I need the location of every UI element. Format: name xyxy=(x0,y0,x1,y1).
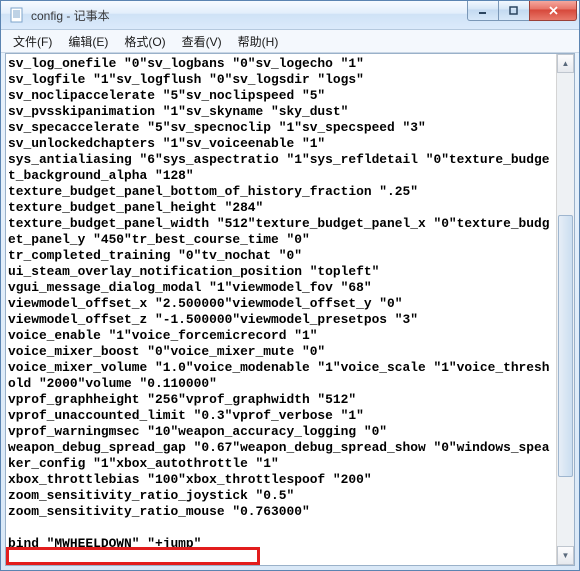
scroll-track[interactable] xyxy=(557,73,574,546)
scroll-down-arrow-icon[interactable]: ▼ xyxy=(557,546,574,565)
editor-text[interactable]: sv_log_onefile "0"sv_logbans "0"sv_logec… xyxy=(6,54,574,565)
titlebar[interactable]: config - 记事本 xyxy=(1,1,579,30)
scroll-thumb[interactable] xyxy=(558,215,573,477)
vertical-scrollbar[interactable]: ▲ ▼ xyxy=(556,54,574,565)
minimize-button[interactable] xyxy=(467,1,499,21)
notepad-icon xyxy=(9,7,25,23)
notepad-window: config - 记事本 文件(F) 编辑(E) 格式(O) 查看(V) 帮助(… xyxy=(0,0,580,571)
maximize-button[interactable] xyxy=(498,1,530,21)
window-title: config - 记事本 xyxy=(31,7,468,24)
scroll-up-arrow-icon[interactable]: ▲ xyxy=(557,54,574,73)
menu-format[interactable]: 格式(O) xyxy=(116,31,173,52)
menu-edit[interactable]: 编辑(E) xyxy=(60,31,116,52)
editor-area: sv_log_onefile "0"sv_logbans "0"sv_logec… xyxy=(5,53,575,566)
menu-view[interactable]: 查看(V) xyxy=(174,31,230,52)
close-button[interactable] xyxy=(529,1,577,21)
menu-help[interactable]: 帮助(H) xyxy=(230,31,287,52)
menubar: 文件(F) 编辑(E) 格式(O) 查看(V) 帮助(H) xyxy=(1,30,579,53)
menu-file[interactable]: 文件(F) xyxy=(5,31,60,52)
window-controls xyxy=(468,1,577,29)
